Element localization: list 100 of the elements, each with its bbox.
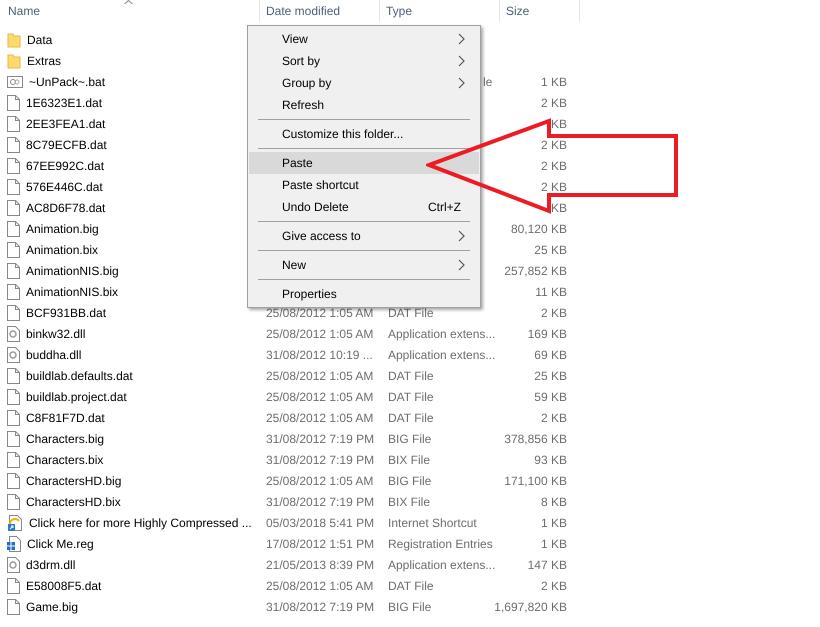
menu-item[interactable]: Sort by (249, 50, 479, 72)
date-cell: 31/08/2012 7:19 PM (266, 452, 374, 466)
file-name[interactable]: Animation.big (26, 220, 99, 238)
size-cell-text: 59 KB (534, 388, 567, 406)
file-icon (7, 410, 20, 426)
date-cell: 21/05/2013 8:39 PM (266, 558, 374, 572)
size-cell-text: KB (550, 200, 567, 216)
menu-item[interactable]: Paste (249, 152, 479, 174)
type-cell: DAT File (388, 390, 434, 404)
file-name[interactable]: Animation.bix (26, 240, 98, 258)
size-cell-text: 1 KB (540, 514, 567, 532)
file-name[interactable]: AnimationNIS.big (26, 262, 119, 280)
file-name[interactable]: 1E6323E1.dat (26, 94, 102, 112)
file-name[interactable]: Characters.bix (26, 450, 104, 468)
file-name[interactable]: Click Me.reg (27, 534, 94, 552)
size-cell-text: 378,856 KB (504, 430, 567, 448)
file-icon (7, 284, 20, 300)
menu-item[interactable]: Group by (249, 72, 479, 94)
date-cell: 25/08/2012 1:05 AM (266, 474, 374, 488)
file-name[interactable]: 2EE3FEA1.dat (26, 114, 106, 132)
file-name[interactable]: E58008F5.dat (26, 576, 102, 594)
date-cell: 05/03/2018 5:41 PM (266, 516, 374, 530)
date-cell: 31/08/2012 7:19 PM (266, 432, 374, 446)
column-header[interactable]: Date modified (266, 2, 340, 20)
size-cell-text: 93 KB (534, 452, 567, 468)
file-name[interactable]: Extras (27, 52, 62, 70)
file-icon (7, 200, 20, 216)
folder-icon (7, 32, 21, 48)
file-name[interactable]: Data (27, 30, 52, 48)
type-cell: Internet Shortcut (388, 516, 477, 530)
file-name[interactable]: d3drm.dll (26, 556, 76, 574)
size-cell-text: 2 KB (540, 410, 567, 426)
file-icon (7, 598, 20, 614)
menu-item[interactable]: View (249, 28, 479, 50)
file-name[interactable]: AC8D6F78.dat (26, 198, 106, 216)
size-cell-text: 69 KB (534, 346, 567, 364)
file-icon (7, 116, 20, 132)
menu-item[interactable]: Undo Delete Ctrl+Z (249, 196, 479, 218)
file-name[interactable]: ~UnPack~.bat (29, 72, 106, 90)
type-cell: DAT File (388, 410, 434, 424)
date-cell: 31/08/2012 7:19 PM (266, 494, 374, 508)
file-name[interactable]: buddha.dll (26, 346, 82, 364)
file-icon (7, 178, 20, 194)
file-icon (7, 472, 20, 488)
size-cell-text: 80,120 KB (510, 220, 567, 238)
date-cell: 25/08/2012 1:05 AM (266, 306, 374, 320)
menu-item[interactable]: Paste shortcut (249, 174, 479, 196)
file-icon (7, 220, 20, 236)
type-cell: BIG File (388, 474, 432, 488)
file-name[interactable]: C8F81F7D.dat (26, 408, 105, 426)
size-cell-text: 1 KB (540, 74, 567, 90)
menu-item[interactable]: Customize this folder... (249, 123, 479, 145)
file-name[interactable]: 67EE992C.dat (26, 156, 104, 174)
shortcut-label: Ctrl+Z (428, 199, 461, 216)
file-icon (7, 242, 20, 258)
type-cell: BIX File (388, 452, 430, 466)
size-cell-text: 257,852 KB (504, 262, 567, 280)
folder-icon (7, 52, 21, 68)
registry-file-icon (7, 536, 21, 552)
file-name[interactable]: CharactersHD.bix (26, 492, 121, 510)
file-name[interactable]: 8C79ECFB.dat (26, 136, 107, 154)
file-name[interactable]: 576E446C.dat (26, 178, 103, 196)
file-name[interactable]: Click here for more Highly Compressed ... (29, 514, 252, 532)
file-icon (7, 94, 20, 110)
file-name[interactable]: binkw32.dll (26, 324, 86, 342)
file-name[interactable]: Game.big (26, 598, 78, 616)
date-cell: 25/08/2012 1:05 AM (266, 390, 374, 404)
file-name[interactable]: CharactersHD.big (26, 472, 122, 490)
file-icon (7, 136, 20, 152)
size-cell-text: 25 KB (534, 242, 567, 258)
menu-item[interactable]: Properties (249, 283, 479, 305)
column-header[interactable]: Name (8, 2, 40, 20)
file-name[interactable]: AnimationNIS.bix (26, 282, 118, 300)
date-cell: 17/08/2012 1:51 PM (266, 536, 374, 550)
type-cell: BIG File (388, 600, 432, 614)
file-name[interactable]: buildlab.defaults.dat (26, 366, 133, 384)
file-icon (7, 304, 20, 320)
file-name[interactable]: Characters.big (26, 430, 104, 448)
column-header[interactable]: Size (506, 2, 530, 20)
size-cell-text: KB (550, 116, 567, 132)
date-cell: 31/08/2012 10:19 ... (266, 348, 373, 362)
file-name[interactable]: buildlab.project.dat (26, 388, 127, 406)
shortcut-file-icon (7, 514, 23, 530)
sort-chevron-icon (124, 0, 133, 4)
size-cell-text: 169 KB (528, 326, 567, 342)
type-cell: BIX File (388, 494, 430, 508)
column-header[interactable]: Type (386, 2, 412, 20)
size-cell-text: 25 KB (534, 368, 567, 384)
file-name[interactable]: BCF931BB.dat (26, 304, 106, 322)
date-cell: 25/08/2012 1:05 AM (266, 326, 374, 340)
type-cell: DAT File (388, 306, 434, 320)
size-cell-text: 2 KB (540, 158, 567, 174)
type-cell: DAT File (388, 578, 434, 592)
menu-item[interactable]: New (249, 254, 479, 276)
date-cell: 25/08/2012 1:05 AM (266, 410, 374, 424)
file-icon (7, 388, 20, 404)
size-cell-text: 1,697,820 KB (494, 598, 567, 616)
menu-item[interactable]: Refresh (249, 94, 479, 116)
date-cell: 31/08/2012 7:19 PM (266, 600, 374, 614)
menu-item[interactable]: Give access to (249, 225, 479, 247)
